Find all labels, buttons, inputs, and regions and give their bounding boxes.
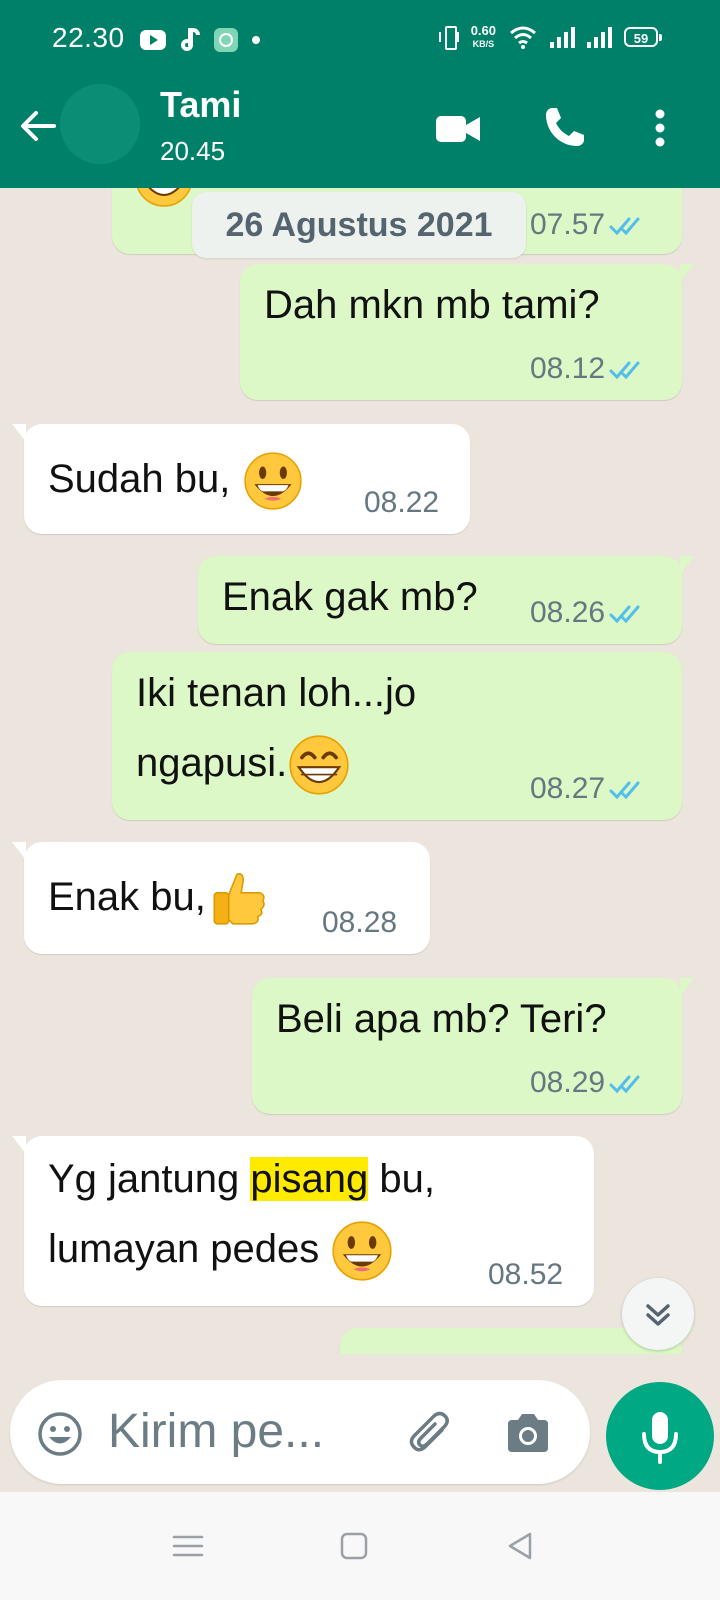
nav-menu-icon[interactable] <box>168 1526 208 1566</box>
message-text-line1: Iki tenan loh...jo <box>136 671 417 715</box>
contact-name[interactable]: Tami <box>160 84 241 126</box>
voice-record-button[interactable] <box>606 1382 714 1490</box>
message-time: 08.26 <box>530 596 606 629</box>
message-time: 08.22 <box>364 486 440 519</box>
message-incoming[interactable]: Enak bu, 08.28 <box>12 842 430 954</box>
emoji-icon[interactable] <box>36 1410 84 1458</box>
message-outgoing[interactable]: Beli apa mb? Teri? 08.29 <box>252 978 694 1114</box>
message-outgoing[interactable]: Iki tenan loh...jo ngapusi. 08.27 <box>112 652 682 820</box>
read-ticks-icon <box>609 781 640 800</box>
message-text-line1b: bu, <box>368 1157 435 1201</box>
network-speed-value: 0.60 <box>470 22 496 38</box>
message-time: 07.57 <box>530 208 606 241</box>
message-text-line2: ngapusi. <box>136 741 288 785</box>
attach-icon[interactable] <box>406 1408 458 1460</box>
message-text: Enak bu, <box>48 875 206 919</box>
search-highlight: pisang <box>250 1157 369 1201</box>
chat-header: 22.30 0.60 KB/S 59 Tami 20.45 <box>0 0 720 188</box>
signal-2-icon <box>587 26 612 48</box>
status-bar: 22.30 0.60 KB/S 59 <box>0 0 720 80</box>
contact-subtitle: 20.45 <box>160 136 226 166</box>
mic-icon <box>642 1412 678 1464</box>
message-incoming[interactable]: Yg jantung pisang bu, lumayan pedes 08.5… <box>12 1136 594 1306</box>
more-notifications-dot-icon <box>252 36 260 44</box>
beaming-face-emoji-icon <box>289 735 349 796</box>
status-time: 22.30 <box>52 22 125 53</box>
tiktok-notification-icon <box>180 28 200 52</box>
read-ticks-icon <box>609 217 640 236</box>
beaming-face-emoji-icon <box>137 188 191 207</box>
nav-back-icon[interactable] <box>500 1526 540 1566</box>
read-ticks-icon <box>609 361 640 380</box>
app-notification-icon <box>214 28 238 52</box>
message-outgoing[interactable]: Enak gak mb? 08.26 <box>198 556 694 644</box>
scroll-down-icon <box>646 1304 670 1326</box>
message-time: 08.27 <box>530 772 606 805</box>
voice-call-icon[interactable] <box>540 104 588 152</box>
message-composer[interactable]: Kirim pe... <box>10 1380 590 1484</box>
video-call-icon[interactable] <box>434 104 482 152</box>
message-text-line1a: Yg jantung <box>48 1157 251 1201</box>
nav-home-icon[interactable] <box>334 1526 374 1566</box>
thumbs-up-emoji-icon <box>213 873 265 926</box>
message-text: Enak gak mb? <box>222 575 478 619</box>
scroll-to-bottom-button[interactable] <box>622 1278 694 1350</box>
message-time: 08.29 <box>530 1066 606 1099</box>
message-list[interactable]: 07.57 26 Agustus 2021 Dah mkn mb tami? 0… <box>0 188 720 1354</box>
more-options-icon[interactable] <box>636 104 684 152</box>
message-outgoing[interactable]: Dah mkn mb tami? 08.12 <box>240 264 694 400</box>
wifi-icon <box>510 26 536 49</box>
grinning-face-emoji-icon <box>243 452 302 511</box>
message-incoming[interactable]: Sudah bu, 08.22 <box>12 424 470 534</box>
grinning-face-emoji-icon <box>332 1221 393 1282</box>
date-separator: 26 Agustus 2021 <box>192 192 526 258</box>
signal-1-icon <box>550 26 575 48</box>
message-input[interactable]: Kirim pe... <box>108 1404 324 1459</box>
contact-avatar[interactable] <box>60 84 140 164</box>
back-arrow-icon[interactable] <box>16 104 60 148</box>
message-time: 08.52 <box>488 1258 564 1291</box>
message-text: Beli apa mb? Teri? <box>276 997 607 1041</box>
message-time: 08.28 <box>322 906 398 939</box>
battery-icon: 59 <box>624 27 662 47</box>
message-text: Dah mkn mb tami? <box>264 283 600 327</box>
message-time: 08.12 <box>530 352 606 385</box>
network-speed-unit: KB/S <box>472 38 495 49</box>
read-ticks-icon <box>609 1075 640 1094</box>
vibrate-icon <box>438 24 459 50</box>
message-text-line2: lumayan pedes <box>48 1227 331 1271</box>
camera-icon[interactable] <box>502 1408 554 1460</box>
youtube-notification-icon <box>140 30 166 50</box>
message-text: Sudah bu, <box>48 457 231 501</box>
read-ticks-icon <box>609 605 640 624</box>
system-navigation-bar <box>0 1492 720 1600</box>
network-speed: 0.60 KB/S <box>470 22 496 50</box>
